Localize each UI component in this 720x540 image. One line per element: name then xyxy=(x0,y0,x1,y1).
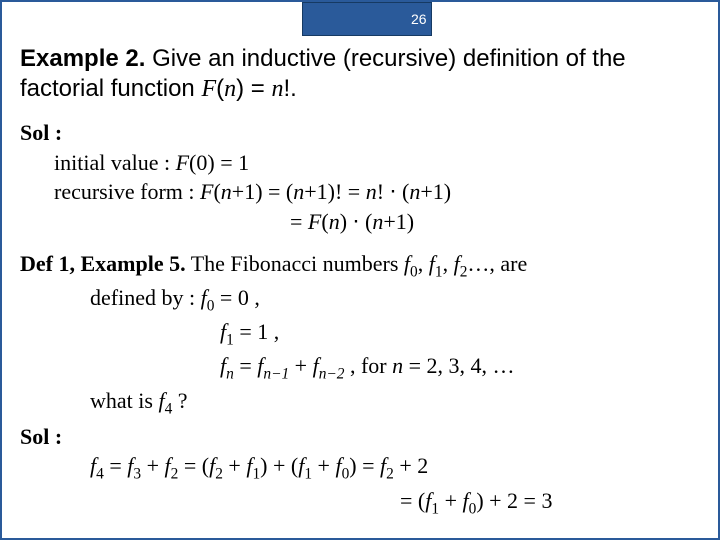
def-line4: fn = fn−1 + fn−2 , for n = 2, 3, 4, … xyxy=(20,351,704,385)
eqnnv: n xyxy=(392,353,403,378)
rec-n4: n xyxy=(409,179,420,204)
init-prefix: initial value : xyxy=(54,150,176,175)
what: what is xyxy=(90,388,158,413)
paren-open: ( xyxy=(216,75,224,102)
bang-period: !. xyxy=(283,75,296,102)
s1: 1 xyxy=(435,263,443,280)
l2end: ) + 2 = 3 xyxy=(476,488,552,513)
l1end: + 2 xyxy=(394,453,428,478)
l1p1: + xyxy=(141,453,164,478)
l2-mid: ) ⋅ ( xyxy=(340,209,373,234)
s0: 0 xyxy=(410,263,418,280)
sol-label: Sol : xyxy=(20,118,704,148)
eqnvals: = 2, 3, 4, … xyxy=(403,353,514,378)
l2-eq: = xyxy=(290,209,308,234)
l1eq2: = ( xyxy=(178,453,209,478)
def-line1: Def 1, Example 5. The Fibonacci numbers … xyxy=(20,249,704,283)
def-line2: defined by : f0 = 0 , xyxy=(20,283,704,317)
rec-mid2: +1)! = xyxy=(304,179,365,204)
l1s1b: 1 xyxy=(304,466,312,483)
eqnsn: n xyxy=(226,366,234,383)
whatq: ? xyxy=(172,388,187,413)
slide-content: Example 2. Give an inductive (recursive)… xyxy=(20,44,704,520)
def-line3: f1 = 1 , xyxy=(20,317,704,351)
var-n: n xyxy=(224,76,236,102)
def-intro: The Fibonacci numbers xyxy=(186,251,404,276)
l2-F: F xyxy=(308,209,321,234)
l2-n2: n xyxy=(372,209,383,234)
l2-n1: n xyxy=(329,209,340,234)
rec-prefix: recursive form : xyxy=(54,179,200,204)
rec-n2: n xyxy=(293,179,304,204)
c1: , xyxy=(443,251,454,276)
l1s4: 4 xyxy=(96,466,104,483)
recursive-form-line: recursive form : F(n+1) = (n+1)! = n! ⋅ … xyxy=(20,177,704,207)
l1p3: + xyxy=(312,453,335,478)
l1s1: 1 xyxy=(252,466,260,483)
init-F: F xyxy=(176,150,189,175)
rec-end1: +1) xyxy=(420,179,451,204)
l1p2: + xyxy=(223,453,246,478)
rec-mid1: +1) = ( xyxy=(232,179,293,204)
eqneq: = xyxy=(234,353,257,378)
rec-mid3: ! ⋅ ( xyxy=(377,179,410,204)
l2p: + xyxy=(439,488,462,513)
c0: , xyxy=(418,251,429,276)
definition-block: Def 1, Example 5. The Fibonacci numbers … xyxy=(20,249,704,420)
l1cp: ) + ( xyxy=(260,453,298,478)
eqnsn1: n−1 xyxy=(263,366,289,383)
dots: …, are xyxy=(467,251,527,276)
sol2-line2: = (f1 + f0) + 2 = 3 xyxy=(20,486,704,520)
slide-frame: 26 Example 2. Give an inductive (recursi… xyxy=(0,0,720,540)
eq1r: = 1 , xyxy=(234,319,279,344)
page-number: 26 xyxy=(411,11,427,27)
rec-open: ( xyxy=(213,179,220,204)
l2-open: ( xyxy=(321,209,328,234)
l2-end: +1) xyxy=(383,209,414,234)
example-heading: Example 2. Give an inductive (recursive)… xyxy=(20,44,704,104)
l1s2c: 2 xyxy=(386,466,394,483)
var-n2: n xyxy=(271,76,283,102)
paren-close-eq: ) = xyxy=(236,75,271,102)
recursive-form-line2: = F(n) ⋅ (n+1) xyxy=(20,207,704,237)
l1eq1: = xyxy=(104,453,127,478)
fn-F: F xyxy=(201,76,216,102)
page-number-tab: 26 xyxy=(302,2,432,36)
initial-value-line: initial value : F(0) = 1 xyxy=(20,148,704,178)
solution-2: Sol : f4 = f3 + f2 = (f2 + f1) + (f1 + f… xyxy=(20,422,704,520)
l1s3: 3 xyxy=(133,466,141,483)
sol2-line1: f4 = f3 + f2 = (f2 + f1) + (f1 + f0) = f… xyxy=(20,451,704,485)
defined-by: defined by : xyxy=(90,285,201,310)
sol2-label: Sol : xyxy=(20,422,704,452)
rec-F: F xyxy=(200,179,213,204)
l1s2b: 2 xyxy=(215,466,223,483)
l2s1: 1 xyxy=(431,500,439,517)
def-label: Def 1, Example 5. xyxy=(20,251,186,276)
init-rest: (0) = 1 xyxy=(189,150,249,175)
eqnplus: + xyxy=(289,353,312,378)
eqnfor: , for xyxy=(344,353,392,378)
def-what: what is f4 ? xyxy=(20,386,704,420)
rec-n1: n xyxy=(221,179,232,204)
eqnsn2: n−2 xyxy=(319,366,345,383)
l2eq: = ( xyxy=(400,488,425,513)
l1cp2: ) = xyxy=(349,453,380,478)
rec-n3: n xyxy=(366,179,377,204)
solution-1: Sol : initial value : F(0) = 1 recursive… xyxy=(20,118,704,237)
eq0r: = 0 , xyxy=(214,285,259,310)
example-label: Example 2. xyxy=(20,45,145,72)
eq1s: 1 xyxy=(226,332,234,349)
